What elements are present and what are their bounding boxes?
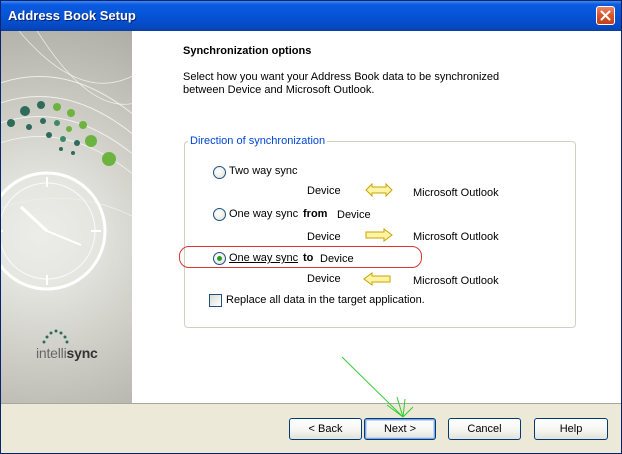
page-description: Select how you want your Address Book da… [183,71,500,96]
label-to-keyword: to [303,252,314,264]
wizard-sidebar: intellisync [1,31,132,403]
radio-selected-dot [217,256,222,261]
option-1-left-device: Device [307,185,341,197]
window-title: Address Book Setup [8,8,136,23]
label-one-way-from[interactable]: One way sync [229,208,298,220]
wizard-content: intellisync Synchronization options Sele… [1,31,621,403]
label-to-target: Device [320,253,354,265]
left-arrow-icon [363,272,391,286]
label-one-way-to[interactable]: One way sync [229,252,298,264]
close-icon [600,10,611,21]
option-3-right-outlook: Microsoft Outlook [413,275,499,287]
option-1-right-outlook: Microsoft Outlook [413,187,499,199]
radio-two-way-sync[interactable] [213,166,226,179]
option-2-left-device: Device [307,231,341,243]
help-button[interactable]: Help [534,418,608,440]
radio-one-way-to-device[interactable] [213,252,226,265]
page-heading: Synchronization options [183,45,312,57]
setup-window: Address Book Setup intellisync Synchroni… [0,0,622,454]
option-3-left-device: Device [307,273,341,285]
label-from-target: Device [337,209,371,221]
replace-data-label[interactable]: Replace all data in the target applicati… [226,294,425,306]
both-arrow-icon [365,183,393,197]
replace-data-checkbox[interactable] [209,294,222,307]
next-button[interactable]: Next > [364,418,436,440]
cancel-button[interactable]: Cancel [448,418,521,440]
close-button[interactable] [596,6,615,25]
title-bar[interactable]: Address Book Setup [1,1,621,31]
right-arrow-icon [365,228,393,242]
back-button[interactable]: < Back [289,418,362,440]
direction-legend: Direction of synchronization [188,135,328,147]
label-from-keyword: from [303,208,328,220]
option-2-right-outlook: Microsoft Outlook [413,231,499,243]
radio-one-way-from-device[interactable] [213,208,226,221]
intellisync-logo: intellisync [36,345,98,361]
label-two-way-sync[interactable]: Two way sync [229,165,297,177]
